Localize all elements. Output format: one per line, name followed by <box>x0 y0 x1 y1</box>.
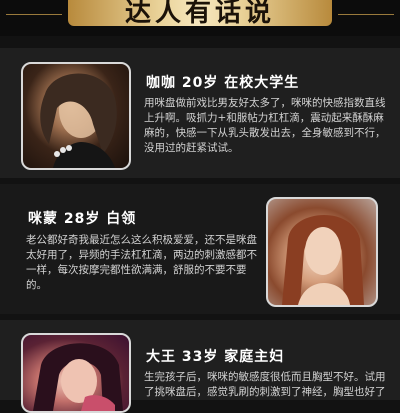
testimonial-text-3: 生完孩子后，咪咪的敏感度很低而且胸型不好。试用了挑咪盘后，感觉乳刷的刺激到了神经… <box>144 371 386 398</box>
testimonial-text-2: 老公都好奇我最近怎么这么积极爱爱，还不是咪盘太好用了，异频的手法杠杠滴，两边的刺… <box>26 234 257 291</box>
title-ornament-left <box>6 14 62 15</box>
header-band: 达人有话说 <box>0 0 400 36</box>
page-title: 达人有话说 <box>124 0 275 28</box>
testimonial-photo-2 <box>266 197 378 307</box>
portrait-illustration <box>40 73 117 168</box>
testimonial-name-2: 咪蒙 28岁 白领 <box>28 211 137 227</box>
testimonial-photo-1 <box>21 62 131 170</box>
testimonial-photo-3 <box>21 333 131 413</box>
testimonial-name-1: 咖咖 20岁 在校大学生 <box>146 75 300 91</box>
title-ornament-right <box>338 14 394 15</box>
testimonial-text-1: 用咪盘做前戏比男友好太多了，咪咪的快感指数直线上升啊。吸抓力+和服帖力杠杠滴，震… <box>144 97 386 154</box>
testimonial-name-3: 大王 33岁 家庭主妇 <box>146 349 285 365</box>
portrait-illustration <box>282 214 364 305</box>
title-banner: 达人有话说 <box>68 0 332 26</box>
